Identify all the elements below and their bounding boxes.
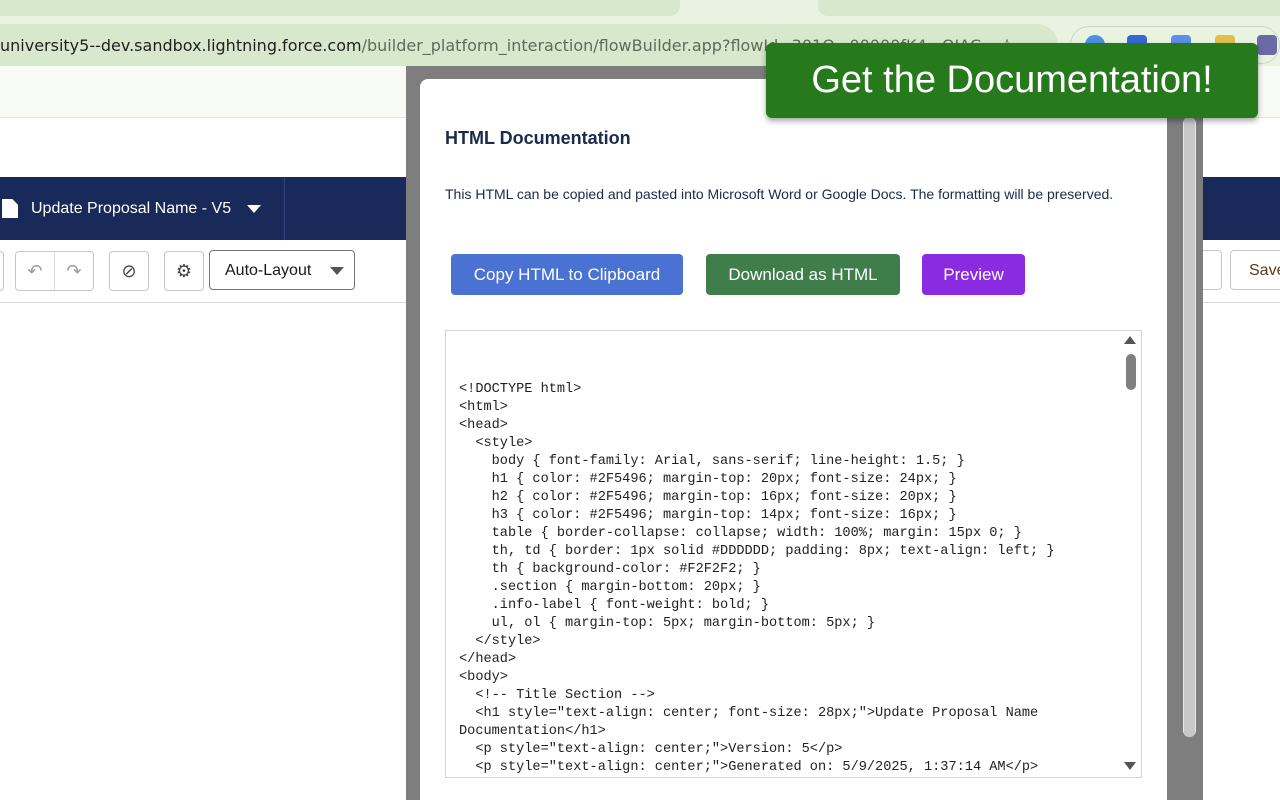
cancel-icon: ⊘ bbox=[121, 261, 137, 282]
url-host: university5--dev.sandbox.lightning.force… bbox=[0, 36, 362, 55]
file-icon bbox=[2, 199, 18, 218]
browser-tab-strip bbox=[0, 0, 1280, 24]
modal-title: HTML Documentation bbox=[445, 128, 631, 148]
auto-layout-dropdown[interactable]: Auto-Layout bbox=[209, 250, 355, 290]
html-code-textarea[interactable]: <!DOCTYPE html> <html> <head> <style> bo… bbox=[445, 330, 1142, 778]
toolbar-left-button[interactable] bbox=[0, 251, 4, 291]
flow-title: Update Proposal Name - V5 bbox=[31, 200, 232, 217]
scroll-up-icon[interactable] bbox=[1124, 336, 1136, 344]
copy-html-button[interactable]: Copy HTML to Clipboard bbox=[451, 254, 683, 295]
banner-text: Get the Documentation! bbox=[811, 59, 1213, 101]
cancel-button[interactable]: ⊘ bbox=[109, 251, 149, 291]
extension-icon[interactable] bbox=[1257, 35, 1277, 55]
code-scrollbar-thumb[interactable] bbox=[1126, 354, 1136, 390]
save-button[interactable]: Save bbox=[1230, 250, 1280, 290]
save-label: Save bbox=[1249, 262, 1280, 279]
download-html-button[interactable]: Download as HTML bbox=[706, 254, 900, 295]
auto-layout-label: Auto-Layout bbox=[225, 262, 312, 279]
undo-icon[interactable]: ↶ bbox=[16, 261, 54, 282]
redo-icon[interactable]: ↷ bbox=[55, 261, 93, 282]
preview-button[interactable]: Preview bbox=[922, 254, 1025, 295]
modal-scrollbar-thumb[interactable] bbox=[1184, 117, 1195, 737]
documentation-banner: Get the Documentation! bbox=[766, 43, 1258, 118]
browser-tab[interactable] bbox=[818, 0, 1280, 16]
html-code-content: <!DOCTYPE html> <html> <head> <style> bo… bbox=[459, 382, 1055, 775]
chevron-down-icon bbox=[330, 267, 344, 275]
settings-button[interactable]: ⚙ bbox=[164, 251, 204, 291]
modal-description: This HTML can be copied and pasted into … bbox=[445, 186, 1114, 202]
chevron-down-icon[interactable] bbox=[247, 205, 261, 213]
flow-title-area[interactable]: Update Proposal Name - V5 bbox=[0, 177, 285, 240]
scroll-down-icon[interactable] bbox=[1124, 762, 1136, 770]
browser-tab[interactable] bbox=[0, 0, 680, 16]
gear-icon: ⚙ bbox=[175, 261, 193, 282]
undo-redo-group: ↶ ↷ bbox=[15, 251, 94, 291]
